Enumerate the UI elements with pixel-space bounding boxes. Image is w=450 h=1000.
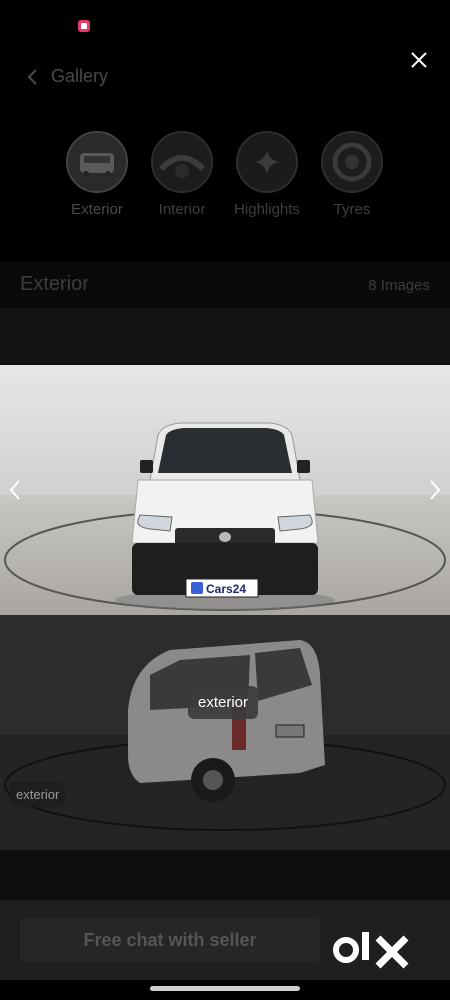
close-icon[interactable] (408, 49, 430, 71)
interior-thumbnail-icon (151, 131, 213, 193)
car-side-photo[interactable] (0, 615, 450, 850)
exterior-thumbnail-icon (66, 131, 128, 193)
category-tabs: Exterior Interior Highlights Tyres (0, 131, 450, 221)
photo-tag-label: exterior (10, 782, 66, 807)
tab-highlights[interactable]: Highlights (227, 131, 307, 218)
sparkle-icon (236, 131, 298, 193)
car-front-photo[interactable]: Cars24 (0, 365, 450, 615)
gallery-header: Gallery (0, 56, 450, 100)
tyre-thumbnail-icon (321, 131, 383, 193)
image-count: 8 Images (368, 277, 430, 294)
status-camera-icon (78, 20, 90, 32)
photo-category-label: exterior (188, 686, 259, 719)
plate-brand-text: Cars24 (206, 582, 246, 596)
section-title: Exterior (20, 273, 89, 295)
tab-label: Interior (158, 201, 206, 218)
previous-photo-icon[interactable] (6, 478, 24, 502)
olx-logo-icon (333, 932, 409, 969)
tab-label: Tyres (333, 201, 371, 218)
section-header: Exterior 8 Images (0, 262, 450, 308)
tab-tyres[interactable]: Tyres (312, 131, 392, 218)
photo-spacer (0, 308, 450, 365)
home-indicator (150, 986, 300, 991)
tab-label: Highlights (234, 201, 300, 218)
tab-interior[interactable]: Interior (142, 131, 222, 218)
tab-label: Exterior (71, 201, 123, 218)
next-photo-icon[interactable] (426, 478, 444, 502)
back-arrow-icon[interactable] (22, 66, 44, 88)
free-chat-button[interactable]: Free chat with seller (20, 918, 320, 962)
tab-exterior[interactable]: Exterior (57, 131, 137, 218)
page-title: Gallery (51, 66, 109, 86)
photo-spacer-bottom (0, 850, 450, 900)
